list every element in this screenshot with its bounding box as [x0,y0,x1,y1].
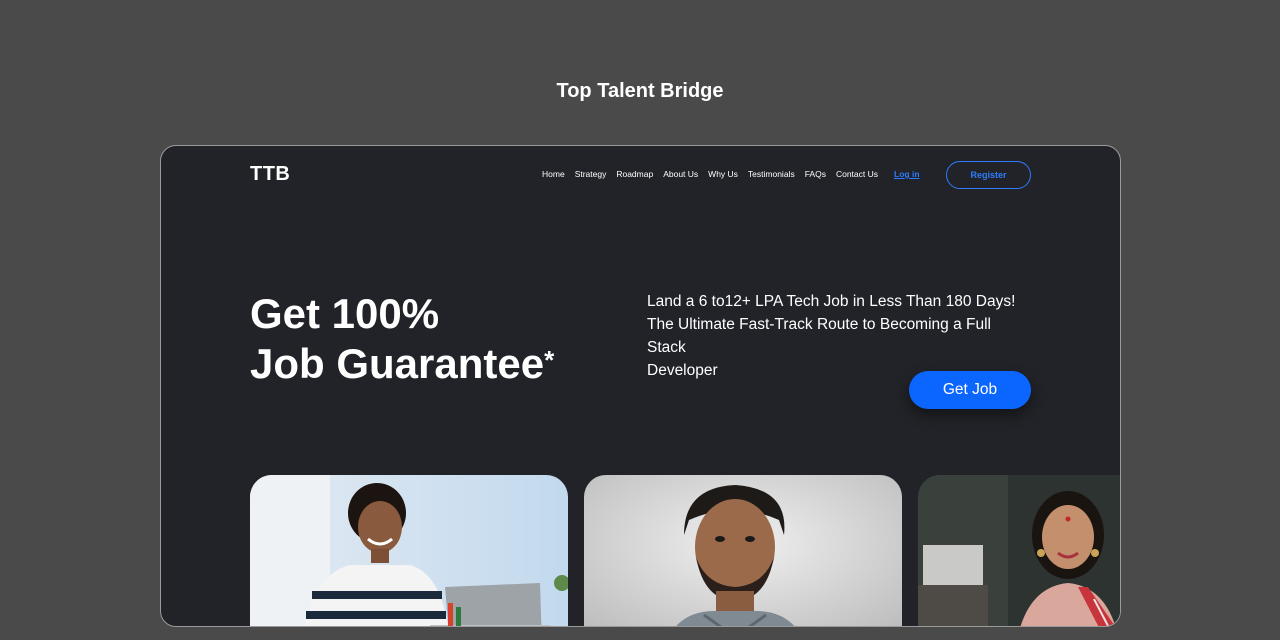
login-link[interactable]: Log in [894,169,920,179]
hero-description: Land a 6 to12+ LPA Tech Job in Less Than… [647,290,1027,382]
get-job-button[interactable]: Get Job [909,371,1031,409]
student-photo-2 [584,475,902,626]
hero-title-line2: Job Guarantee [250,340,545,387]
hero-description-line3: Developer [647,362,718,379]
student-photo-1 [250,475,568,626]
site-logo[interactable]: TTB [250,163,290,186]
hero-title-asterisk: * [544,345,555,375]
hero-description-line1: Land a 6 to12+ LPA Tech Job in Less Than… [647,293,1016,310]
student-photo-card-3 [918,475,1120,626]
hero-title: Get 100% Job Guarantee* [250,289,554,389]
main-nav: Home Strategy Roadmap About Us Why Us Te… [542,169,920,179]
page-heading: Top Talent Bridge [556,80,724,102]
student-photo-3 [918,475,1120,626]
student-photo-card-2 [584,475,902,626]
hero-title-line1: Get 100% [250,290,440,337]
nav-link-why-us[interactable]: Why Us [708,169,738,179]
nav-link-about-us[interactable]: About Us [663,169,698,179]
nav-link-roadmap[interactable]: Roadmap [616,169,653,179]
hero-description-line2: The Ultimate Fast-Track Route to Becomin… [647,316,991,356]
register-button[interactable]: Register [946,161,1031,189]
nav-link-faqs[interactable]: FAQs [805,169,826,179]
site-preview-frame: TTB Home Strategy Roadmap About Us Why U… [160,145,1121,627]
nav-link-strategy[interactable]: Strategy [575,169,607,179]
student-photo-card-1 [250,475,568,626]
nav-link-home[interactable]: Home [542,169,565,179]
nav-link-contact-us[interactable]: Contact Us [836,169,878,179]
nav-link-testimonials[interactable]: Testimonials [748,169,795,179]
